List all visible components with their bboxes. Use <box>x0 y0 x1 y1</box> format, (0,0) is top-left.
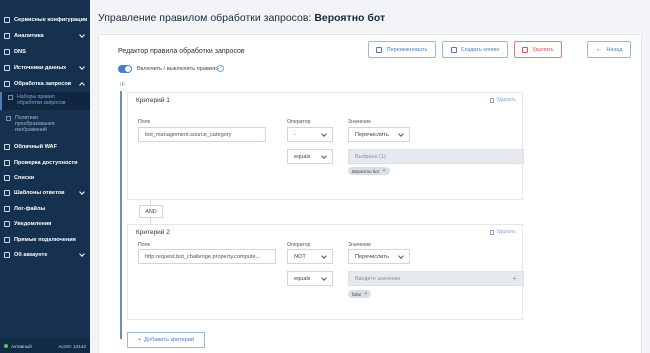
sidebar-subitem-image-policies[interactable]: Политики преобразования изображений <box>0 113 90 137</box>
status-dot-icon <box>4 344 8 349</box>
sidebar-item-direct-connections[interactable]: Прямые подключения <box>0 233 90 247</box>
value-mode-select[interactable]: Перечислить <box>348 127 410 142</box>
chevron-down-icon <box>79 251 85 257</box>
sidebar: Сервисные конфигурации Аналитика DNS Ист… <box>0 0 90 353</box>
copy-icon <box>450 46 457 53</box>
operator-select[interactable]: NOT <box>287 249 333 264</box>
field-input[interactable]: bot_management.source_category <box>138 127 266 142</box>
image-icon <box>6 116 11 121</box>
value-label: Значение <box>348 119 372 125</box>
sidebar-item-dns[interactable]: DNS <box>0 45 90 59</box>
sidebar-item-lists[interactable]: Списки <box>0 171 90 185</box>
and-connector[interactable]: AND <box>139 205 163 218</box>
field-label: Поле <box>138 242 151 248</box>
close-icon[interactable]: × <box>383 168 386 174</box>
rule-toggle[interactable] <box>118 65 132 73</box>
operator-label: Оператор <box>287 119 311 125</box>
criterion-delete-button[interactable]: Удалить <box>490 229 516 235</box>
arrow-left-icon: ← <box>595 46 603 53</box>
value-multiselect[interactable]: Введите значение + <box>348 271 524 286</box>
chevron-down-icon <box>79 189 85 195</box>
trash-icon <box>490 97 495 103</box>
value-chip[interactable]: false × <box>348 290 372 298</box>
main-area: Управление правилом обработки запросов: … <box>90 0 650 353</box>
process-icon <box>4 81 10 87</box>
pencil-icon <box>376 46 383 53</box>
sidebar-item-notifications[interactable]: Уведомления <box>0 217 90 231</box>
chevron-down-icon <box>321 253 327 259</box>
close-icon[interactable]: × <box>364 291 367 297</box>
chevron-down-icon <box>321 153 327 159</box>
template-icon <box>4 190 10 196</box>
account-status: Активный <box>4 344 32 349</box>
back-button[interactable]: ← Назад <box>587 41 631 58</box>
shield-icon <box>4 144 10 150</box>
criterion-delete-button[interactable]: Удалить <box>490 97 516 103</box>
if-bracket-line <box>120 91 122 339</box>
database-icon <box>4 65 10 71</box>
toggle-label: Включить / выключить правило <box>137 66 219 72</box>
list-icon <box>4 175 10 181</box>
plus-icon: + <box>137 337 142 343</box>
value-multiselect[interactable]: Выбрано (1) <box>348 149 524 164</box>
compare-select[interactable]: equals <box>287 149 333 164</box>
chevron-down-icon <box>321 131 327 137</box>
copy-button[interactable]: Создать копию <box>442 41 508 58</box>
chevron-down-icon <box>398 253 404 259</box>
bell-icon <box>4 221 10 227</box>
rules-icon <box>8 95 13 100</box>
field-input[interactable]: http.request.bot_challenge.property.comp… <box>138 249 276 264</box>
pulse-icon <box>4 160 10 166</box>
criterion-2: Критерий 2 Удалить Поле http.request.bot… <box>127 224 524 320</box>
sidebar-item-request-processing[interactable]: Обработка запросов <box>0 77 90 91</box>
add-criterion-button[interactable]: + Добавить критерий <box>127 332 205 348</box>
page-title: Управление правилом обработки запросов: … <box>98 12 386 24</box>
chevron-down-icon <box>79 32 85 38</box>
editor-title: Редактор правила обработки запросов <box>118 48 245 55</box>
sidebar-subitem-rule-sets[interactable]: Наборы правил обработки запросов <box>0 92 90 110</box>
chevron-down-icon <box>321 275 327 281</box>
criterion-title: Критерий 2 <box>136 229 170 236</box>
sidebar-item-account[interactable]: Об аккаунте <box>0 248 90 262</box>
sidebar-item-data-sources[interactable]: Источники данных <box>0 61 90 75</box>
if-label: IF <box>120 82 126 88</box>
trash-icon <box>490 229 495 235</box>
grid-icon <box>4 17 10 23</box>
trash-icon <box>522 46 529 53</box>
operator-label: Оператор <box>287 242 311 248</box>
account-id: AccID: 13142 <box>58 343 86 349</box>
chevron-down-icon <box>79 64 85 70</box>
field-label: Поле <box>138 119 151 125</box>
chevron-up-icon <box>79 82 85 88</box>
sidebar-item-log-files[interactable]: Лог-файлы <box>0 202 90 216</box>
chevron-down-icon <box>398 131 404 137</box>
file-icon <box>4 206 10 212</box>
criterion-title: Критерий 1 <box>136 97 170 104</box>
rename-button[interactable]: Переименовать <box>368 41 436 58</box>
sidebar-item-analytics[interactable]: Аналитика <box>0 29 90 43</box>
gear-icon <box>4 252 10 258</box>
sidebar-item-service-configs[interactable]: Сервисные конфигурации <box>0 13 90 27</box>
chart-icon <box>4 33 10 39</box>
sidebar-item-cloud-waf[interactable]: Облачный WAF <box>0 140 90 154</box>
help-icon[interactable]: ? <box>217 65 224 72</box>
operator-select[interactable]: - <box>287 127 333 142</box>
value-label: Значение <box>348 242 372 248</box>
sidebar-item-response-templates[interactable]: Шаблоны ответов <box>0 186 90 200</box>
sidebar-item-availability[interactable]: Проверка доступности <box>0 156 90 170</box>
delete-rule-button[interactable]: Удалить <box>514 41 562 58</box>
globe-icon <box>4 49 10 55</box>
link-icon <box>4 237 10 243</box>
value-chip[interactable]: Вероятно бот × <box>348 167 390 175</box>
rule-editor-card: Редактор правила обработки запросов Пере… <box>98 34 642 353</box>
value-mode-select[interactable]: Перечислить <box>348 249 410 264</box>
criterion-1: Критерий 1 Удалить Поле bot_management.s… <box>127 92 524 200</box>
sidebar-footer: Активный AccID: 13142 <box>0 339 90 353</box>
compare-select[interactable]: equals <box>287 271 333 286</box>
plus-icon[interactable]: + <box>512 274 517 283</box>
